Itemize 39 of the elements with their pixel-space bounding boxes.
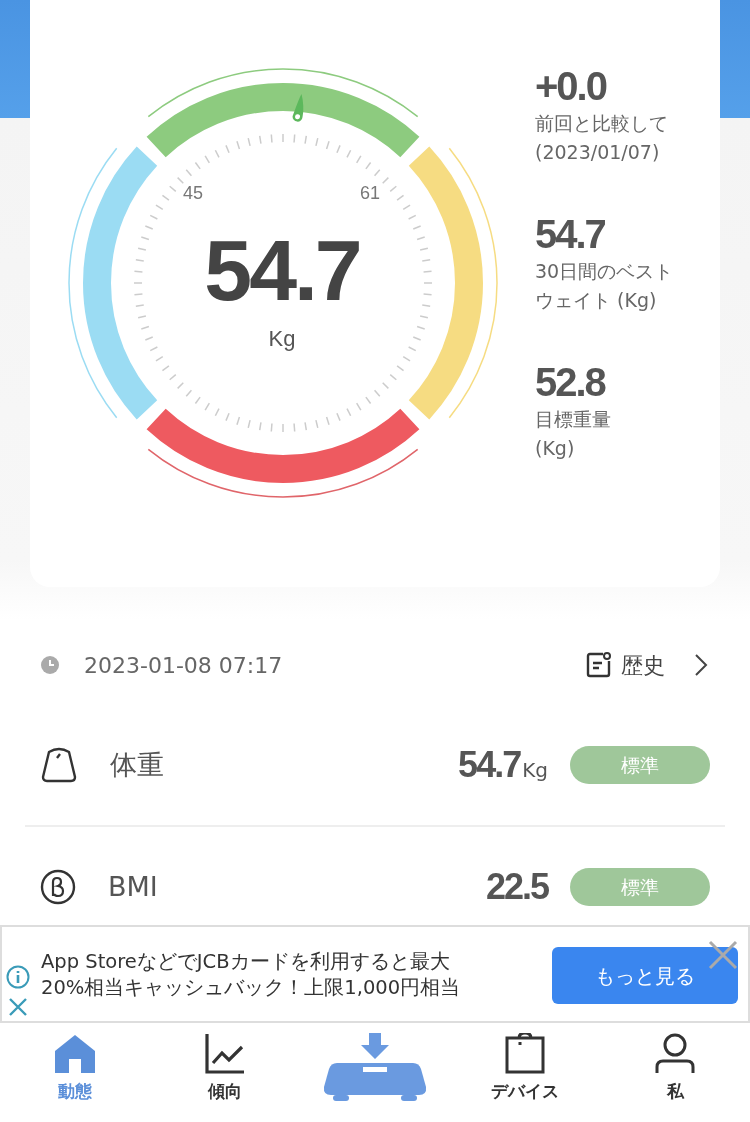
ad-text: App StoreなどでJCBカードを利用すると最大 20%相当キャッシュバック！上限1,000円相当 bbox=[41, 949, 461, 1001]
tab-item[interactable]: 傾向 bbox=[150, 1025, 300, 1122]
metric-value: 54.7 bbox=[458, 743, 521, 787]
tab-item[interactable]: 私 bbox=[600, 1025, 750, 1122]
stat-label: ウェイト (Kg) bbox=[535, 288, 658, 313]
close-icon[interactable] bbox=[708, 940, 738, 970]
shopping-bag-icon bbox=[504, 1033, 546, 1075]
stat-value: 54.7 bbox=[535, 211, 605, 257]
metric-label: BMI bbox=[108, 869, 158, 904]
unit-label: Kg bbox=[268, 326, 296, 351]
weight-reading: 54.7 bbox=[204, 222, 360, 318]
scale-mark: 61 bbox=[360, 183, 380, 203]
stat-label: 前回と比較して bbox=[535, 111, 669, 136]
close-icon[interactable] bbox=[8, 997, 28, 1017]
more-button[interactable]: もっと見る bbox=[552, 947, 738, 1004]
home-icon bbox=[53, 1033, 97, 1075]
line-chart-icon bbox=[204, 1033, 246, 1075]
metric-value: 22.5 bbox=[485, 865, 548, 909]
scale-weight-icon bbox=[40, 747, 78, 783]
gauge-needle bbox=[292, 93, 304, 122]
stat-value: 52.8 bbox=[535, 359, 605, 405]
stat-label: 30日間のベスト bbox=[535, 259, 674, 284]
scale-mark: 45 bbox=[183, 183, 203, 203]
tab-item[interactable]: デバイス bbox=[450, 1025, 600, 1122]
stat-label: (2023/01/07) bbox=[535, 140, 661, 165]
stat-label: 目標重量 bbox=[535, 407, 612, 432]
history-link[interactable]: 歴史 bbox=[584, 647, 710, 683]
metric-label: 体重 bbox=[110, 747, 164, 782]
scale-icon bbox=[323, 1033, 427, 1103]
bmi-icon bbox=[40, 869, 76, 905]
chevron-right-icon bbox=[693, 653, 709, 677]
stat-value: +0.0 bbox=[535, 63, 606, 109]
stat-label: (Kg) bbox=[535, 436, 576, 461]
clock-icon bbox=[40, 655, 60, 675]
info-icon[interactable] bbox=[6, 965, 30, 989]
unit-label: Kg bbox=[522, 757, 548, 784]
timestamp: 2023-01-08 07:17 bbox=[84, 651, 283, 680]
person-icon bbox=[654, 1033, 696, 1075]
note-icon bbox=[585, 651, 613, 679]
